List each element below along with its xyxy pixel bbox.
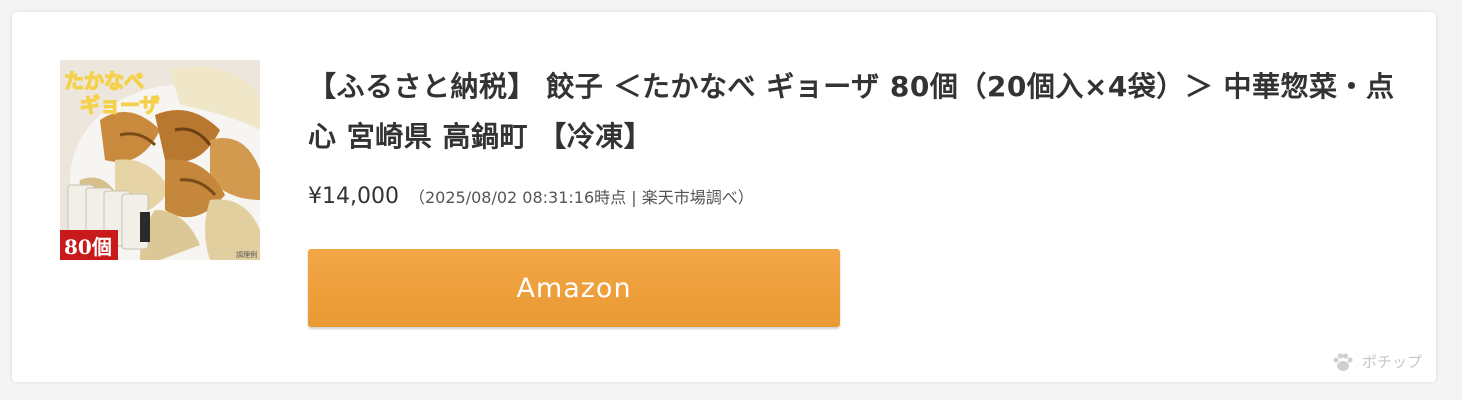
svg-text:80個: 80個 (64, 235, 112, 259)
price-row: ¥14,000 （2025/08/02 08:31:16時点 | 楽天市場調べ） (308, 184, 1398, 209)
svg-text:たかなべ: たかなべ (64, 69, 144, 93)
amazon-button[interactable]: Amazon (308, 249, 840, 327)
product-card: たかなべ ギョーザ 80個 調理例 【ふるさと納税】 餃子 ＜たかなべ ギョーザ… (12, 12, 1436, 382)
price-timestamp: （2025/08/02 08:31:16時点 | 楽天市場調べ） (408, 188, 754, 207)
paw-icon (1333, 352, 1353, 371)
product-info: 【ふるさと納税】 餃子 ＜たかなべ ギョーザ 80個（20個入×4袋）＞ 中華惣… (308, 62, 1398, 327)
product-image[interactable]: たかなべ ギョーザ 80個 調理例 (60, 60, 260, 260)
svg-text:ギョーザ: ギョーザ (80, 93, 160, 117)
pochipp-credit[interactable]: ポチップ (1332, 351, 1422, 372)
credit-label: ポチップ (1361, 353, 1422, 371)
product-price: ¥14,000 (308, 184, 399, 209)
svg-text:調理例: 調理例 (236, 250, 257, 259)
product-title[interactable]: 【ふるさと納税】 餃子 ＜たかなべ ギョーザ 80個（20個入×4袋）＞ 中華惣… (308, 62, 1398, 162)
gyoza-photo: たかなべ ギョーザ 80個 調理例 (60, 60, 260, 260)
